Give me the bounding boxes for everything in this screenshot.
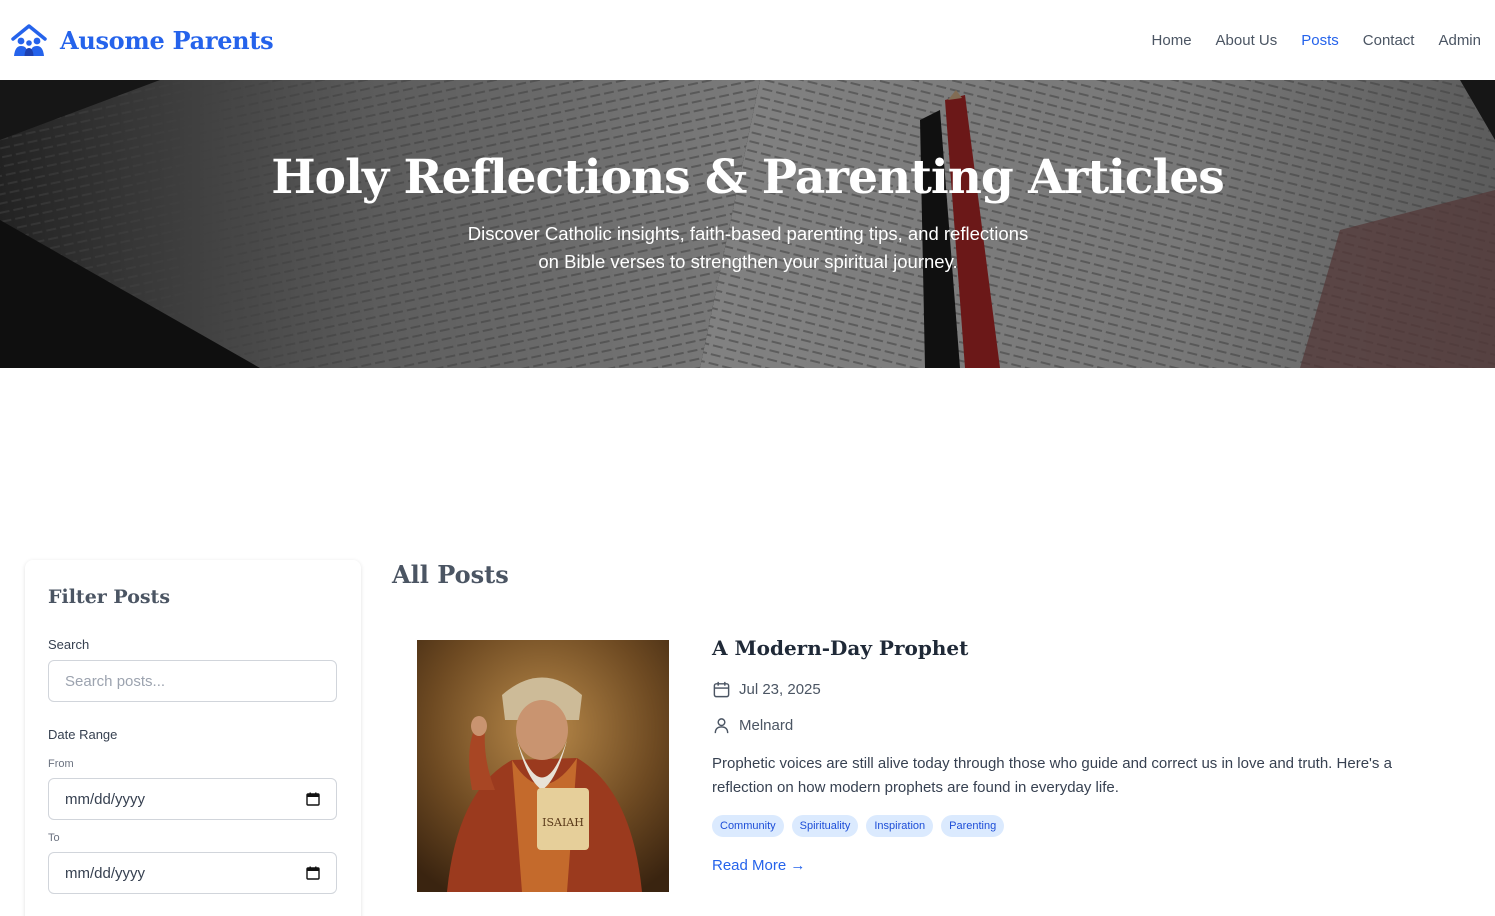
nav-contact[interactable]: Contact (1363, 32, 1415, 49)
nav-home[interactable]: Home (1152, 32, 1192, 49)
from-date-value: mm/dd/yyyy (65, 790, 146, 808)
hero-content: Holy Reflections & Parenting Articles Di… (0, 80, 1495, 368)
prophet-illustration: ISAIAH (417, 640, 669, 892)
nav-admin[interactable]: Admin (1438, 32, 1481, 49)
read-more-link[interactable]: Read More → (712, 857, 805, 874)
tag-community[interactable]: Community (712, 815, 784, 837)
scroll-text: ISAIAH (542, 816, 584, 829)
family-home-icon (11, 24, 47, 56)
main-nav: Home About Us Posts Contact Admin (1152, 32, 1481, 49)
from-label: From (48, 758, 74, 770)
posts-heading: All Posts (392, 560, 509, 589)
user-icon (714, 718, 729, 734)
brand-link[interactable]: Ausome Parents (10, 22, 274, 58)
filter-panel: Filter Posts Search Search posts... Date… (25, 560, 361, 916)
to-label: To (48, 832, 60, 844)
site-header: Ausome Parents Home About Us Posts Conta… (0, 0, 1495, 80)
from-date-input[interactable]: mm/dd/yyyy (48, 778, 337, 820)
post-image[interactable]: ISAIAH (417, 640, 669, 892)
date-range-label: Date Range (48, 727, 118, 742)
hero-subtitle: Discover Catholic insights, faith-based … (467, 223, 1029, 272)
brand-name: Ausome Parents (60, 25, 274, 55)
nav-about-us[interactable]: About Us (1216, 32, 1278, 49)
calendar-icon[interactable] (306, 866, 320, 880)
tag-spirituality[interactable]: Spirituality (791, 815, 859, 837)
post-tags: Community Spirituality Inspiration Paren… (712, 815, 1005, 837)
to-date-input[interactable]: mm/dd/yyyy (48, 852, 337, 894)
calendar-icon (713, 681, 730, 698)
calendar-icon[interactable] (306, 792, 320, 806)
to-date-value: mm/dd/yyyy (65, 864, 146, 882)
nav-posts[interactable]: Posts (1301, 32, 1339, 49)
post-date-text: Jul 23, 2025 (739, 681, 821, 698)
post-title[interactable]: A Modern-Day Prophet (712, 636, 968, 660)
filter-title: Filter Posts (48, 586, 171, 608)
search-input[interactable]: Search posts... (48, 660, 337, 702)
hero-title: Holy Reflections & Parenting Articles (271, 150, 1225, 205)
search-label: Search (48, 637, 90, 652)
post-excerpt: Prophetic voices are still alive today t… (712, 755, 1392, 796)
post-author: Melnard (712, 716, 793, 735)
post-date: Jul 23, 2025 (712, 680, 821, 699)
hero-banner: Holy Reflections & Parenting Articles Di… (0, 80, 1495, 368)
tag-inspiration[interactable]: Inspiration (866, 815, 934, 837)
post-author-text: Melnard (739, 717, 794, 734)
tag-parenting[interactable]: Parenting (941, 815, 1005, 837)
